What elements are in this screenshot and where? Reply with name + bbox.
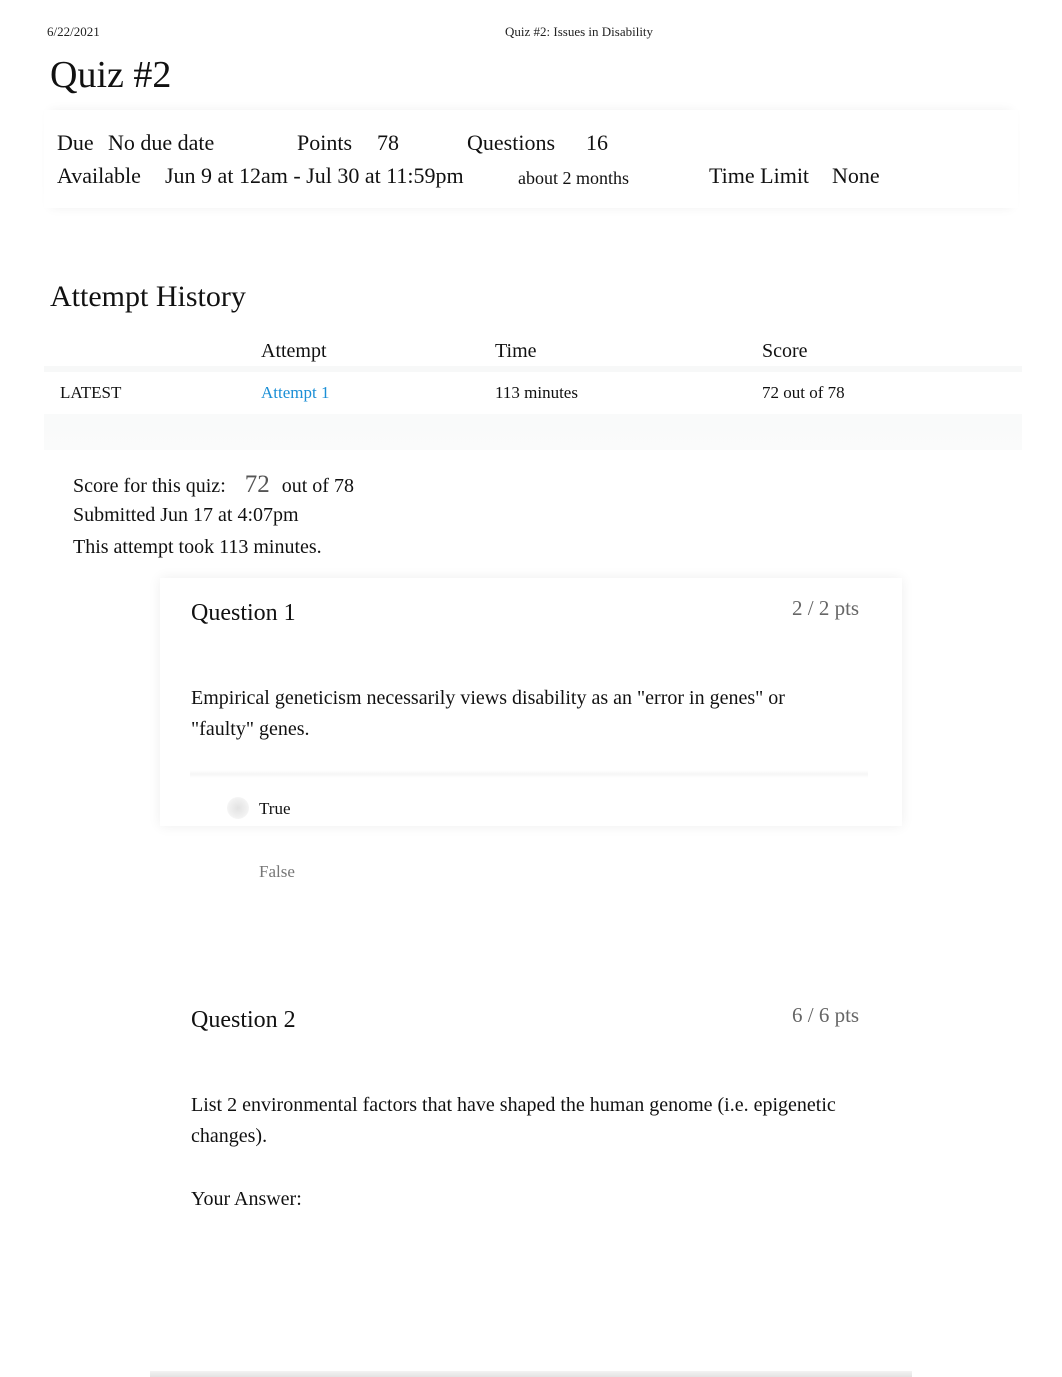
attempt-history-title: Attempt History [50,280,246,313]
points-label: Points [297,130,353,155]
attempt-link[interactable]: Attempt 1 [261,383,329,403]
attempt-time: 113 minutes [495,383,578,402]
available-duration: about 2 months [518,168,629,188]
column-header-time: Time [495,340,537,362]
time-limit-value: None [832,163,880,188]
print-date: 6/22/2021 [47,24,100,39]
score-out-of: out of 78 [281,475,354,497]
attempt-score: 72 out of 78 [762,383,845,402]
points-value: 78 [377,130,399,155]
score-value: 72 [244,471,270,498]
due-label: Due [57,130,94,155]
available-value: Jun 9 at 12am - Jul 30 at 11:59pm [165,163,464,188]
available-label: Available [57,163,141,188]
submitted-time: Submitted Jun 17 at 4:07pm [73,504,299,526]
attempt-duration: This attempt took 113 minutes. [73,536,322,558]
time-limit-label: Time Limit [709,163,810,188]
question-title: Question 1 [191,600,296,626]
due-value: No due date [108,130,215,155]
selected-answer-indicator-icon [227,797,249,819]
score-label: Score for this quiz: [73,475,226,497]
your-answer-label: Your Answer: [191,1188,302,1210]
answer-option-false: False [259,862,295,881]
question-title: Question 2 [191,1007,296,1033]
questions-value: 16 [586,130,608,155]
divider [190,770,868,778]
answer-option-true: True [259,799,291,818]
latest-tag: LATEST [60,383,122,402]
questions-label: Questions [467,130,555,155]
page-bottom-edge [150,1371,912,1377]
question-points: 6 / 6 pts [792,1003,860,1027]
question-text: Empirical geneticism necessarily views d… [191,687,785,740]
question-text: List 2 environmental factors that have s… [191,1094,836,1147]
column-header-attempt: Attempt [261,340,327,362]
column-header-score: Score [762,340,808,362]
quiz-title: Quiz #2 [50,54,172,96]
print-page-title: Quiz #2: Issues in Disability [505,24,654,39]
question-points: 2 / 2 pts [792,596,860,620]
score-summary: Score for this quiz: 72 out of 78 [73,471,354,499]
quiz-details-panel [44,110,1018,208]
